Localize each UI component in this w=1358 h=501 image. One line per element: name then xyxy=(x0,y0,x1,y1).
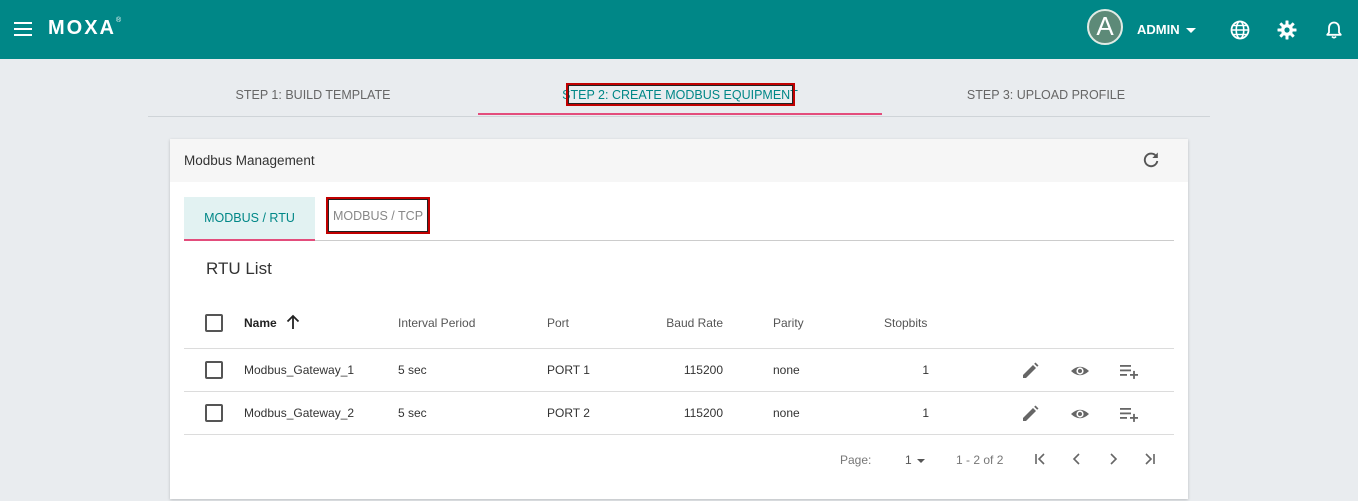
column-header-port: Port xyxy=(547,316,570,330)
cell-interval: 5 sec xyxy=(398,363,427,377)
eye-icon[interactable] xyxy=(1070,404,1090,424)
annotation-highlight-box xyxy=(566,83,795,106)
cell-baud-rate: 115200 xyxy=(683,406,723,420)
last-page-icon[interactable] xyxy=(1141,451,1157,467)
cell-parity: none xyxy=(773,363,800,377)
user-menu-label[interactable]: ADMIN xyxy=(1137,22,1180,37)
globe-icon[interactable] xyxy=(1230,20,1250,40)
row-divider xyxy=(184,348,1174,349)
avatar[interactable]: A xyxy=(1087,9,1123,45)
cell-name: Modbus_Gateway_2 xyxy=(244,406,355,420)
list-title: RTU List xyxy=(206,259,272,278)
step-build-template[interactable]: STEP 1: BUILD TEMPLATE xyxy=(148,75,478,116)
page-range: 1 - 2 of 2 xyxy=(956,453,1004,467)
first-page-icon[interactable] xyxy=(1033,451,1049,467)
column-header-stopbits: Stopbits xyxy=(884,316,928,330)
edit-icon[interactable] xyxy=(1020,361,1040,381)
eye-icon[interactable] xyxy=(1070,361,1090,381)
step-upload-profile[interactable]: STEP 3: UPLOAD PROFILE xyxy=(882,75,1210,116)
cell-stopbits: 1 xyxy=(922,363,929,377)
bell-icon[interactable] xyxy=(1324,20,1344,40)
gear-icon[interactable] xyxy=(1277,20,1297,40)
card-title: Modbus Management xyxy=(184,153,315,168)
row-divider xyxy=(184,391,1174,392)
column-header-name[interactable]: Name xyxy=(244,316,277,330)
moxa-logo[interactable]: MOXA® xyxy=(48,17,123,40)
active-step-indicator xyxy=(478,113,882,115)
card-header: Modbus Management xyxy=(170,139,1188,182)
tab-modbus-rtu[interactable]: MODBUS / RTU xyxy=(184,197,315,241)
modbus-management-card: Modbus Management MODBUS / RTU MODBUS / … xyxy=(170,139,1188,499)
cell-port: PORT 2 xyxy=(547,406,590,420)
column-header-parity: Parity xyxy=(773,316,804,330)
cell-stopbits: 1 xyxy=(922,406,929,420)
column-header-interval-period: Interval Period xyxy=(398,316,476,330)
column-header-baud-rate: Baud Rate xyxy=(666,316,723,330)
stepper: STEP 1: BUILD TEMPLATE STEP 2: CREATE MO… xyxy=(148,75,1210,117)
page-select[interactable]: 1 xyxy=(905,453,912,467)
tab-modbus-tcp[interactable]: MODBUS / TCP xyxy=(326,197,430,234)
tab-bar: MODBUS / RTU MODBUS / TCP xyxy=(184,197,1174,241)
previous-page-icon[interactable] xyxy=(1069,451,1085,467)
menu-icon[interactable] xyxy=(14,22,32,36)
refresh-icon[interactable] xyxy=(1142,151,1160,169)
top-bar: MOXA® A ADMIN xyxy=(0,0,1358,59)
page-label: Page: xyxy=(840,453,872,467)
playlist-add-icon[interactable] xyxy=(1119,404,1139,424)
chevron-down-icon[interactable] xyxy=(917,459,925,463)
select-all-checkbox[interactable] xyxy=(205,314,223,332)
arrow-up-icon[interactable] xyxy=(285,314,301,330)
row-checkbox[interactable] xyxy=(205,404,223,422)
chevron-down-icon[interactable] xyxy=(1186,28,1196,33)
playlist-add-icon[interactable] xyxy=(1119,361,1139,381)
cell-port: PORT 1 xyxy=(547,363,590,377)
cell-name: Modbus_Gateway_1 xyxy=(244,363,355,377)
cell-baud-rate: 115200 xyxy=(683,363,723,377)
row-checkbox[interactable] xyxy=(205,361,223,379)
row-divider xyxy=(184,434,1174,435)
cell-interval: 5 sec xyxy=(398,406,427,420)
cell-parity: none xyxy=(773,406,800,420)
edit-icon[interactable] xyxy=(1020,404,1040,424)
next-page-icon[interactable] xyxy=(1105,451,1121,467)
